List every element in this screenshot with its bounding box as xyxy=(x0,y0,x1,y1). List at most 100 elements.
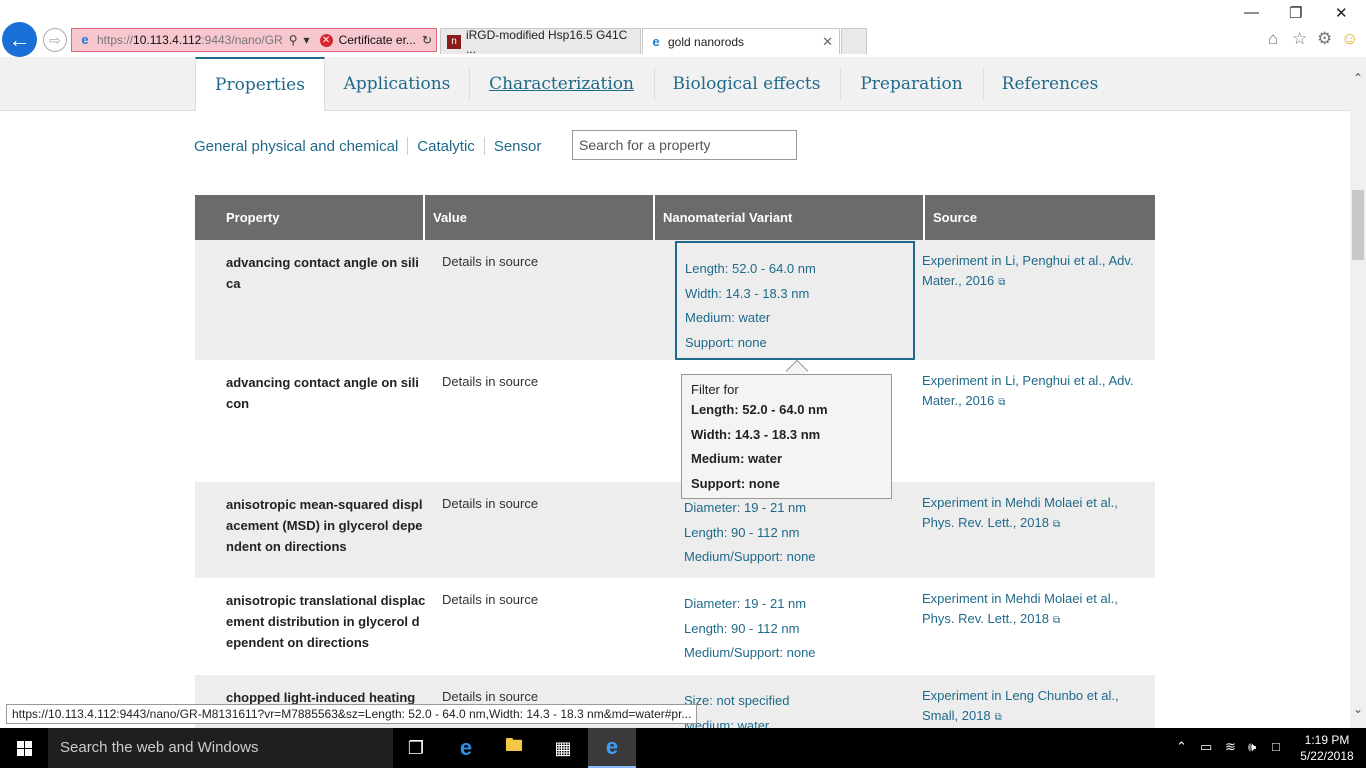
store-icon[interactable]: ▦ xyxy=(539,728,587,768)
tab-properties[interactable]: Properties xyxy=(195,57,325,111)
certificate-error-icon[interactable]: ✕ xyxy=(319,33,333,47)
ie-icon: e xyxy=(81,32,89,47)
variant-line: Diameter: 19 - 21 nm xyxy=(684,596,807,611)
variant-line: Width: 14.3 - 18.3 nm xyxy=(685,285,810,301)
property-name: advancing contact angle on silica xyxy=(226,255,419,291)
tab-applications[interactable]: Applications xyxy=(326,57,468,111)
variant-filter-link[interactable]: Diameter: 19 - 21 nm Length: 90 - 112 nm… xyxy=(675,578,915,666)
close-tab-icon[interactable]: ✕ xyxy=(822,34,833,50)
section-tabs: Properties Applications Characterization… xyxy=(0,57,1350,111)
scroll-down-icon[interactable]: ⌄ xyxy=(1353,702,1363,716)
forward-button[interactable]: ⇨ xyxy=(43,28,67,52)
source-link[interactable]: Experiment in Mehdi Molaei et al., Phys.… xyxy=(922,482,1150,535)
variant-line: Medium: water xyxy=(685,310,771,326)
tab-title: gold nanorods xyxy=(668,34,745,49)
taskbar-search[interactable]: Search the web and Windows xyxy=(48,728,393,768)
tab-references[interactable]: References xyxy=(984,57,1116,111)
external-link-icon: ⧉ xyxy=(994,712,1002,723)
gear-icon[interactable]: ⚙ xyxy=(1317,29,1332,49)
power-icon[interactable]: ▭ xyxy=(1200,739,1212,755)
file-explorer-icon[interactable]: 🖿 xyxy=(490,728,538,768)
status-url: https://10.113.4.112:9443/nano/GR-M81316… xyxy=(6,704,698,724)
certificate-error-label[interactable]: Certificate er... xyxy=(339,33,416,47)
header-property[interactable]: Property xyxy=(195,195,425,240)
smiley-icon[interactable]: ☺ xyxy=(1341,29,1358,49)
start-button[interactable] xyxy=(0,728,48,768)
variant-line: Length: 90 - 112 nm xyxy=(684,620,800,636)
volume-icon[interactable]: 🕪 xyxy=(1248,739,1256,755)
category-sensor-link[interactable]: Sensor xyxy=(494,138,542,155)
vertical-scrollbar[interactable]: ⌃ ⌄ xyxy=(1350,57,1366,728)
notification-icon[interactable]: □ xyxy=(1272,739,1280,754)
back-button[interactable]: ← xyxy=(2,22,37,57)
ie-icon[interactable]: e xyxy=(588,728,636,768)
variant-line: Medium: water xyxy=(684,717,770,728)
scroll-up-icon[interactable]: ⌃ xyxy=(1353,71,1363,85)
table-row: anisotropic mean-squared displacement (M… xyxy=(195,482,1155,578)
tab-characterization[interactable]: Characterization xyxy=(470,57,653,111)
variant-filter-link[interactable]: Size: not specified Medium: water xyxy=(675,675,915,728)
refresh-icon[interactable]: ↻ xyxy=(422,33,432,47)
star-icon[interactable]: ☆ xyxy=(1292,29,1307,49)
property-name: anisotropic translational displacement d… xyxy=(226,593,426,650)
variant-line: Diameter: 19 - 21 nm xyxy=(684,500,807,515)
clock[interactable]: 1:19 PM 5/22/2018 xyxy=(1296,732,1358,764)
property-category-links: General physical and chemical Catalytic … xyxy=(194,137,541,155)
variant-line: Medium/Support: none xyxy=(684,645,816,661)
table-row: advancing contact angle on silicon Detai… xyxy=(195,360,1155,482)
task-view-icon[interactable]: ❐ xyxy=(392,728,440,768)
category-divider xyxy=(407,137,409,155)
source-link[interactable]: Experiment in Mehdi Molaei et al., Phys.… xyxy=(922,578,1150,631)
address-bar[interactable]: e https://10.113.4.112:9443/nano/GR ⚲ ▾ … xyxy=(71,28,437,52)
scroll-thumb[interactable] xyxy=(1352,190,1364,260)
property-value: Details in source xyxy=(442,689,539,704)
tooltip-line: Width: 14.3 - 18.3 nm xyxy=(691,426,821,442)
show-hidden-icons[interactable]: ⌃ xyxy=(1176,739,1187,755)
variant-line: Size: not specified xyxy=(684,693,790,708)
clock-date: 5/22/2018 xyxy=(1300,749,1354,763)
home-icon[interactable]: ⌂ xyxy=(1268,29,1278,49)
tab-preparation[interactable]: Preparation xyxy=(841,57,982,111)
tooltip-title: Filter for xyxy=(691,382,739,397)
dropdown-icon[interactable]: ▾ xyxy=(304,33,310,47)
category-general-link[interactable]: General physical and chemical xyxy=(194,138,398,155)
tooltip-line: Medium: water xyxy=(691,451,783,467)
property-value: Details in source xyxy=(442,496,539,511)
table-row: anisotropic translational displacement d… xyxy=(195,578,1155,675)
table-row: advancing contact angle on silica Detail… xyxy=(195,240,1155,360)
variant-line: Length: 90 - 112 nm xyxy=(684,524,800,540)
page-content: Properties Applications Characterization… xyxy=(0,57,1350,728)
tab-biological-effects[interactable]: Biological effects xyxy=(655,57,838,111)
variant-filter-link[interactable]: Length: 52.0 - 64.0 nm Width: 14.3 - 18.… xyxy=(675,241,915,360)
edge-icon[interactable]: e xyxy=(442,728,490,768)
new-tab-button[interactable] xyxy=(841,28,867,54)
category-divider xyxy=(483,137,485,155)
header-value[interactable]: Value xyxy=(425,195,655,240)
external-link-icon: ⧉ xyxy=(1052,615,1061,626)
wifi-icon[interactable]: ≋ xyxy=(1225,739,1236,755)
ie-icon: e xyxy=(652,33,660,49)
variant-line: Length: 52.0 - 64.0 nm xyxy=(685,261,816,276)
windows-icon xyxy=(16,740,32,756)
source-link[interactable]: Experiment in Li, Penghui et al., Adv. M… xyxy=(922,240,1150,293)
property-name: advancing contact angle on silicon xyxy=(226,375,419,411)
forward-icon: ⇨ xyxy=(49,31,61,48)
browser-tab-active[interactable]: e gold nanorods ✕ xyxy=(642,28,840,54)
tab-title: iRGD-modified Hsp16.5 G41C ... xyxy=(465,27,628,56)
external-link-icon: ⧉ xyxy=(998,397,1006,408)
tooltip-line: Length: 52.0 - 64.0 nm xyxy=(691,402,828,417)
minimize-button[interactable]: — xyxy=(1244,4,1259,21)
source-link[interactable]: Experiment in Li, Penghui et al., Adv. M… xyxy=(922,360,1150,413)
header-variant[interactable]: Nanomaterial Variant xyxy=(655,195,925,240)
close-window-button[interactable]: ✕ xyxy=(1335,4,1348,22)
back-icon: ← xyxy=(8,26,31,52)
search-icon[interactable]: ⚲ xyxy=(289,33,298,47)
header-source[interactable]: Source xyxy=(925,195,1155,240)
browser-tab[interactable]: n iRGD-modified Hsp16.5 G41C ... xyxy=(440,27,641,56)
category-catalytic-link[interactable]: Catalytic xyxy=(417,138,475,155)
site-favicon: n xyxy=(447,34,461,49)
source-link[interactable]: Experiment in Leng Chunbo et al., Small,… xyxy=(922,675,1150,728)
property-search-input[interactable] xyxy=(572,130,797,160)
restore-button[interactable]: ❐ xyxy=(1289,4,1302,22)
property-value: Details in source xyxy=(442,374,539,389)
